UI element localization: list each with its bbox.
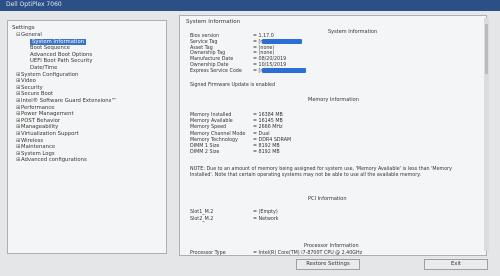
tree-item-security[interactable]: ⊞Security <box>16 85 43 91</box>
memory-info-key: Memory Channel Mode <box>190 131 246 137</box>
memory-info-value: = 8192 MB <box>253 144 280 149</box>
tree-item-label: System Logs <box>21 150 55 157</box>
system-information-panel: System Information System Information Bi… <box>179 15 487 256</box>
system-info-key: Bios version <box>190 34 220 39</box>
processor-info-key: Processor Type <box>190 251 226 256</box>
tree-item-label: Power Management <box>21 111 74 118</box>
tree-item-label: Boot Sequence <box>30 45 71 52</box>
tree-item-label: Secure Boot <box>21 91 54 98</box>
scrollbar-thumb[interactable] <box>485 24 488 74</box>
tree-item-label: System Configuration <box>21 71 79 78</box>
memory-info-value: = DDR4 SDRAM <box>253 137 292 143</box>
tree-item-label: Advanced Boot Options <box>30 51 93 58</box>
tree-item-label: Date/Time <box>30 65 58 71</box>
pci-info-title: PCI Information <box>308 196 347 202</box>
tree-item-advanced-configurations[interactable]: ⊞Advanced configurations <box>16 157 87 163</box>
memory-info-value: = 16145 MB <box>253 119 283 125</box>
tree-item-uefi-boot-path-security[interactable]: UEFI Boot Path Security <box>30 58 92 64</box>
panel-heading: System Information <box>186 19 241 25</box>
tree-item-virtualization-support[interactable]: ⊞Virtualization Support <box>16 131 79 137</box>
tree-item-label: Security <box>21 84 43 91</box>
memory-info-key: DIMM 1 Size <box>190 144 220 149</box>
memory-info-value: = 16384 MB <box>253 113 283 118</box>
tree-item-label: Maintenance <box>21 144 56 151</box>
pci-info-key: Slot2_M.2 <box>190 217 214 222</box>
processor-info-title: Processor Information <box>304 243 359 249</box>
express-code-redaction <box>262 68 306 73</box>
pci-info-value: = Network <box>253 217 279 222</box>
pci-info-key: Slot1_M.2 <box>190 210 214 215</box>
tree-item-label: Performance <box>21 104 55 111</box>
system-info-key: Ownership Date <box>190 63 229 68</box>
exit-button[interactable]: Exit <box>424 259 488 270</box>
tree-item-advanced-boot-options[interactable]: Advanced Boot Options <box>30 52 92 58</box>
system-info-key: Ownership Tag <box>190 51 226 57</box>
tree-item-label: System Information <box>32 38 85 45</box>
restore-settings-button[interactable]: Restore Settings <box>296 259 360 270</box>
tree-item-label: Virtualization Support <box>21 131 79 137</box>
window-title: Dell OptiPlex 7060 <box>6 1 62 8</box>
processor-info-value: = Intel(R) Core(TM) i7-8700T CPU @ 2.40G… <box>253 251 363 256</box>
tree-item-label: Manageability <box>21 124 59 131</box>
memory-info-title: Memory Information <box>308 97 359 103</box>
tree-item-label: Wireless <box>21 137 44 144</box>
system-info-key: Manufacture Date <box>190 57 234 63</box>
tree-item-label: General <box>21 32 42 38</box>
memory-info-value: = Dual <box>253 131 270 137</box>
memory-info-key: DIMM 2 Size <box>190 150 220 156</box>
system-info-value: = 08/20/2019 <box>253 57 287 63</box>
system-info-title: System Information <box>328 29 378 35</box>
pci-info-value: = (Empty) <box>253 210 278 215</box>
service-tag-redaction <box>262 39 302 44</box>
tree-item-intel-software-guard-extensions[interactable]: ⊞Intel® Software Guard Extensions™ <box>16 98 117 104</box>
tree-item-video[interactable]: ⊞Video <box>16 78 36 84</box>
tree-item-label: Advanced configurations <box>21 157 87 164</box>
tree-item-performance[interactable]: ⊞Performance <box>16 105 55 111</box>
tree-item-system-logs[interactable]: ⊞System Logs <box>16 151 55 157</box>
tree-item-wireless[interactable]: ⊞Wireless <box>16 138 43 144</box>
tree-item-label: Intel® Software Guard Extensions™ <box>21 98 117 104</box>
memory-note: NOTE: Due to an amount of memory being a… <box>190 167 452 178</box>
tree-item-label: POST Behavior <box>21 117 61 124</box>
tree-root-label: Settings <box>12 25 35 31</box>
tree-item-date-time[interactable]: Date/Time <box>30 65 57 71</box>
firmware-note: Signed Firmware Update is enabled <box>190 83 276 88</box>
vertical-scrollbar[interactable] <box>484 18 489 251</box>
memory-info-key: Memory Speed <box>190 125 227 131</box>
system-info-value: = (none) <box>253 51 275 57</box>
memory-info-value: = 2666 MHz <box>253 125 283 131</box>
system-info-key: Asset Tag <box>190 45 213 51</box>
memory-info-key: Memory Technology <box>190 137 238 143</box>
tree-item-post-behavior[interactable]: ⊞POST Behavior <box>16 118 60 124</box>
system-info-value: = (none) <box>253 45 275 51</box>
tree-item-general[interactable]: ⊟General <box>16 32 42 38</box>
memory-info-value: = 8192 MB <box>253 150 280 156</box>
settings-tree: Settings ⊟General System Information Boot … <box>7 20 167 254</box>
tree-item-label: UEFI Boot Path Security <box>30 58 93 65</box>
tree-item-boot-sequence[interactable]: Boot Sequence <box>30 45 70 51</box>
system-info-key: Express Service Code <box>190 68 242 74</box>
title-bar: Dell OptiPlex 7060 <box>0 0 500 11</box>
bios-setup-window: Dell OptiPlex 7060 Settings ⊟General Syst… <box>0 0 500 276</box>
tree-item-secure-boot[interactable]: ⊞Secure Boot <box>16 91 53 97</box>
tree-item-manageability[interactable]: ⊞Manageability <box>16 124 58 130</box>
tree-item-system-information[interactable]: System Information <box>30 38 87 45</box>
tree-item-maintenance[interactable]: ⊞Maintenance <box>16 144 55 150</box>
tree-item-system-configuration[interactable]: ⊞System Configuration <box>16 72 78 78</box>
memory-info-key: Memory Available <box>190 119 233 125</box>
tree-item-power-management[interactable]: ⊞Power Management <box>16 111 74 117</box>
memory-info-key: Memory Installed <box>190 113 232 118</box>
tree-item-label: Video <box>21 78 36 85</box>
system-info-key: Service Tag <box>190 39 218 45</box>
